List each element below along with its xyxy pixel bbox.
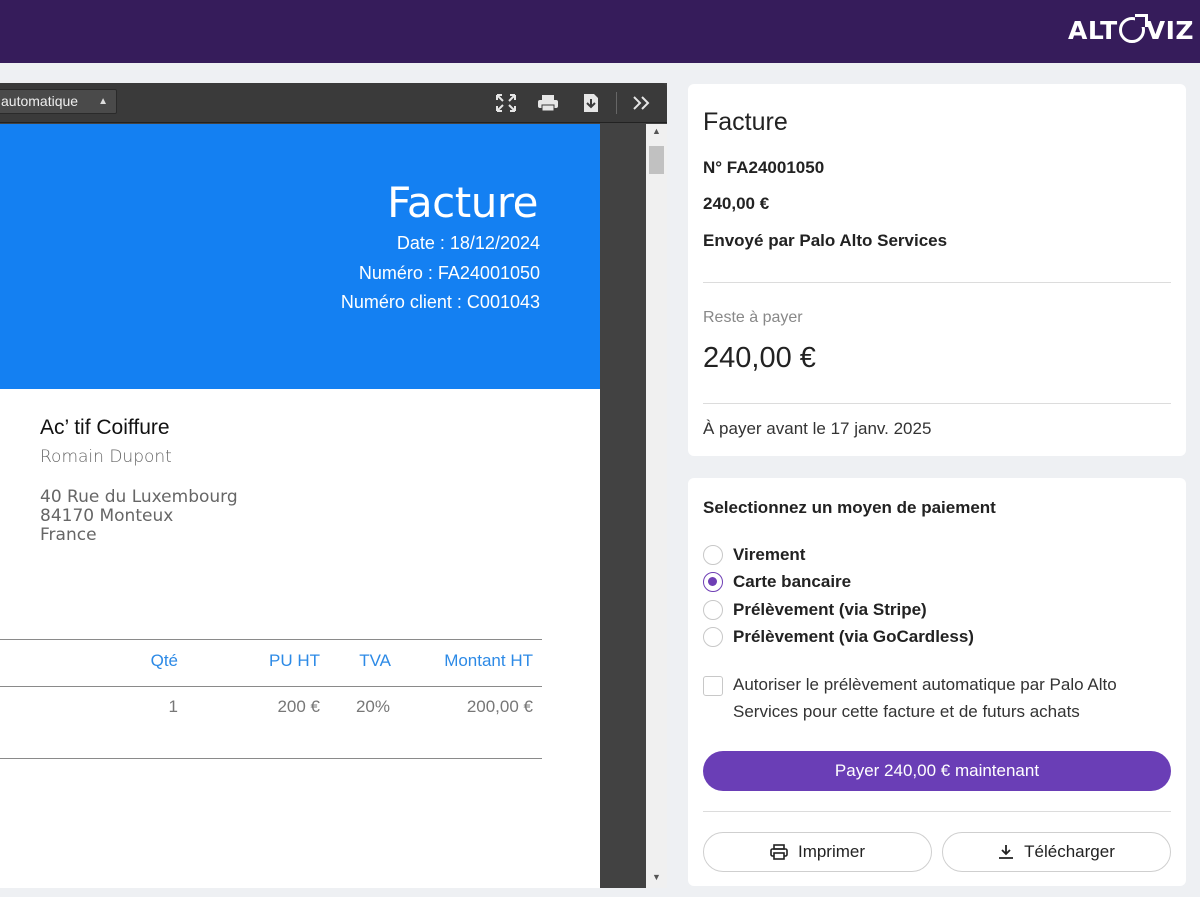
radio-button[interactable] [703, 627, 723, 647]
invoice-header: Facture Date : 18/12/2024 Numéro : FA240… [0, 124, 600, 389]
address-line: France [40, 525, 97, 545]
payment-method-virement[interactable]: Virement [703, 544, 805, 566]
invoice-summary-card: Facture N° FA24001050 240,00 € Envoyé pa… [688, 84, 1186, 456]
pdf-viewer: automatique ▲ Facture Date : 18/12/2024 … [0, 83, 667, 888]
top-bar: ALT VIZ [0, 0, 1200, 63]
print-icon [770, 844, 788, 860]
scroll-up-icon[interactable]: ▲ [646, 126, 667, 140]
invoice-page: Facture Date : 18/12/2024 Numéro : FA240… [0, 124, 600, 888]
table-cell-vat: 20% [355, 697, 390, 716]
authorize-checkbox[interactable] [703, 676, 723, 696]
invoice-title: Facture [387, 178, 538, 227]
payment-method-label: Prélèvement (via GoCardless) [733, 627, 974, 646]
pdf-scrollbar[interactable]: ▲ ▼ [646, 124, 667, 888]
divider [703, 811, 1171, 812]
summary-sender: Envoyé par Palo Alto Services [703, 231, 948, 250]
payment-method-card[interactable]: Carte bancaire [703, 571, 851, 593]
table-divider [0, 686, 542, 687]
column-header-amount: Montant HT [444, 651, 533, 670]
print-button-label: Imprimer [797, 842, 866, 861]
print-icon[interactable] [537, 92, 559, 114]
print-button[interactable]: Imprimer [703, 832, 932, 872]
download-icon[interactable] [580, 92, 602, 114]
pay-button[interactable]: Payer 240,00 € maintenant [703, 751, 1171, 791]
more-tools-icon[interactable] [631, 92, 653, 114]
payment-method-stripe[interactable]: Prélèvement (via Stripe) [703, 599, 927, 621]
radio-button[interactable] [703, 545, 723, 565]
rocket-logo-icon [1118, 17, 1145, 43]
client-contact: Romain Dupont [40, 447, 172, 467]
due-date: À payer avant le 17 janv. 2025 [703, 419, 932, 438]
table-cell-qty: 1 [168, 697, 178, 716]
zoom-select[interactable]: automatique ▲ [0, 89, 117, 114]
invoice-number: Numéro : FA24001050 [358, 263, 540, 283]
table-divider [0, 639, 542, 640]
table-divider [0, 758, 542, 759]
payment-method-label: Carte bancaire [733, 572, 852, 591]
scroll-down-icon[interactable]: ▼ [646, 872, 667, 886]
remaining-label: Reste à payer [703, 309, 803, 326]
authorize-label: Autoriser le prélèvement automatique par… [733, 675, 1117, 721]
summary-title: Facture [703, 108, 788, 136]
select-arrows-icon: ▲ [98, 96, 108, 107]
invoice-client-number: Numéro client : C001043 [340, 292, 540, 312]
payment-title: Selectionnez un moyen de paiement [703, 498, 996, 517]
payment-method-label: Virement [733, 545, 806, 564]
divider [703, 403, 1171, 404]
scroll-thumb[interactable] [649, 146, 664, 174]
altoviz-logo[interactable]: ALT VIZ [1068, 14, 1194, 46]
pdf-page-area[interactable]: Facture Date : 18/12/2024 Numéro : FA240… [0, 124, 650, 888]
download-button-label: Télécharger [1024, 842, 1115, 861]
divider [703, 282, 1171, 283]
address-line: 84170 Monteux [40, 506, 174, 526]
address-line: 40 Rue du Luxembourg [40, 487, 238, 507]
radio-button[interactable] [703, 600, 723, 620]
fullscreen-icon[interactable] [495, 92, 517, 114]
table-cell-amount: 200,00 € [466, 697, 533, 716]
zoom-value: automatique [1, 93, 79, 109]
invoice-date: Date : 18/12/2024 [396, 233, 540, 253]
download-button[interactable]: Télécharger [942, 832, 1171, 872]
client-name: Ac’ tif Coiffure [40, 416, 170, 439]
column-header-unit-price: PU HT [269, 651, 320, 670]
summary-amount: 240,00 € [703, 194, 770, 213]
payment-method-gocardless[interactable]: Prélèvement (via GoCardless) [703, 626, 974, 648]
authorize-checkbox-row[interactable]: Autoriser le prélèvement automatique par… [703, 674, 1163, 725]
remaining-amount: 240,00 € [703, 342, 816, 374]
table-cell-unit-price: 200 € [277, 697, 320, 716]
radio-button-checked[interactable] [703, 572, 723, 592]
payment-method-label: Prélèvement (via Stripe) [733, 600, 927, 619]
payment-card: Selectionnez un moyen de paiement Vireme… [688, 478, 1186, 886]
summary-number: N° FA24001050 [703, 158, 825, 177]
column-header-vat: TVA [359, 651, 391, 670]
pdf-toolbar: automatique ▲ [0, 83, 667, 123]
column-header-qty: Qté [150, 651, 178, 670]
toolbar-separator [616, 92, 617, 114]
download-icon [998, 844, 1014, 860]
